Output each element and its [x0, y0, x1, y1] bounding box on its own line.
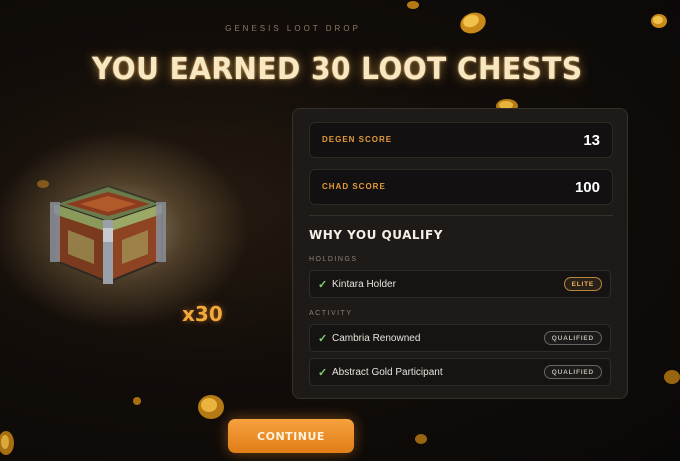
qualification-row: ✓ Cambria Renowned QUALIFIED — [309, 324, 611, 352]
loot-chest-icon — [50, 184, 166, 284]
eyebrow-label: GENESIS LOOT DROP — [225, 24, 361, 33]
checkmark-icon: ✓ — [318, 279, 328, 291]
coin-icon — [460, 12, 486, 34]
degen-score-row: DEGEN SCORE 13 — [309, 122, 613, 158]
divider — [309, 215, 613, 216]
qualification-label: Abstract Gold Participant — [332, 367, 443, 378]
chad-score-row: CHAD SCORE 100 — [309, 169, 613, 205]
status-badge: ELITE — [563, 277, 602, 291]
checkmark-icon: ✓ — [318, 367, 328, 379]
score-panel: DEGEN SCORE 13 CHAD SCORE 100 WHY YOU QU… — [292, 108, 628, 399]
continue-button[interactable]: CONTINUE — [228, 419, 354, 453]
qualification-row: ✓ Abstract Gold Participant QUALIFIED — [309, 358, 611, 386]
chad-score-value: 100 — [574, 179, 600, 196]
activity-section-label: ACTIVITY — [309, 310, 353, 317]
qualification-row: ✓ Kintara Holder ELITE — [309, 270, 611, 298]
coin-icon — [133, 397, 141, 405]
qualification-label: Cambria Renowned — [332, 333, 421, 344]
reward-multiplier: x30 — [182, 302, 223, 326]
coin-icon — [651, 14, 667, 28]
coin-icon — [664, 370, 680, 384]
coin-icon — [0, 431, 14, 455]
degen-score-value: 13 — [583, 132, 600, 149]
coin-icon — [198, 395, 224, 419]
holdings-section-label: HOLDINGS — [309, 256, 358, 263]
qualification-label: Kintara Holder — [332, 279, 396, 290]
coin-icon — [415, 434, 427, 444]
status-badge: QUALIFIED — [543, 331, 602, 345]
chad-score-label: CHAD SCORE — [322, 182, 386, 191]
status-badge: QUALIFIED — [543, 365, 602, 379]
degen-score-label: DEGEN SCORE — [322, 135, 393, 144]
checkmark-icon: ✓ — [318, 333, 328, 345]
coin-icon — [407, 1, 419, 9]
qualify-title: WHY YOU QUALIFY — [309, 228, 443, 242]
page-title: YOU EARNED 30 LOOT CHESTS — [92, 50, 583, 87]
